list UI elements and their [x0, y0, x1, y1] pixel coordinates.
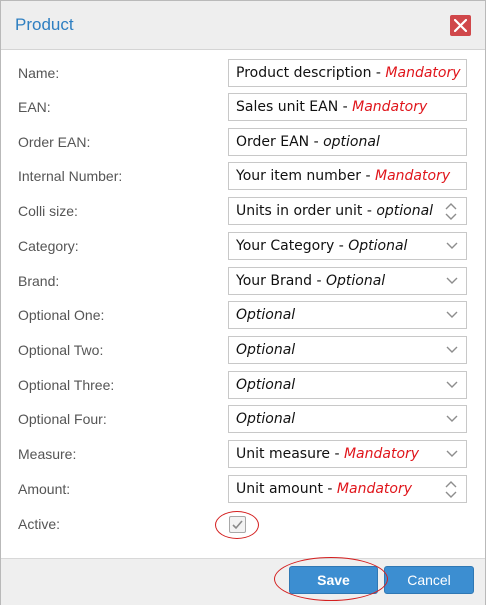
text-input[interactable]: Order EAN - optional [228, 128, 467, 156]
chevron-down-icon[interactable] [446, 450, 458, 458]
number-input[interactable]: Unit amount - Mandatory [228, 475, 467, 503]
field-value: Your Brand [236, 273, 313, 289]
close-button[interactable] [450, 15, 471, 36]
field-value: Product description [236, 65, 372, 81]
form-row: Optional One: Optional [1, 301, 485, 331]
optional-hint: Optional [236, 342, 296, 358]
mandatory-hint: Mandatory [375, 168, 451, 184]
optional-hint: Optional [236, 411, 296, 427]
form-row: Optional Four: Optional [1, 405, 485, 435]
form-row: Order EAN: Order EAN - optional [1, 128, 485, 158]
close-icon [454, 19, 467, 32]
text-input[interactable]: Sales unit EAN - Mandatory [228, 93, 467, 121]
field-label: EAN: [18, 99, 51, 115]
field-value: Order EAN [236, 134, 310, 150]
spinner-icon[interactable] [445, 202, 457, 221]
field-separator: - [322, 481, 337, 497]
form-row: EAN: Sales unit EAN - Mandatory [1, 93, 485, 123]
field-separator: - [371, 65, 386, 81]
number-input[interactable]: Units in order unit - optional [228, 197, 467, 225]
field-label: Name: [18, 65, 60, 81]
field-label: Amount: [18, 481, 71, 497]
field-label: Brand: [18, 273, 60, 289]
field-value: Your item number [236, 168, 362, 184]
dropdown[interactable]: Unit measure - Mandatory [228, 440, 467, 468]
field-label: Optional One: [18, 307, 105, 323]
spinner-icon[interactable] [445, 480, 457, 499]
field-separator: - [309, 134, 324, 150]
mandatory-hint: Mandatory [336, 481, 413, 497]
optional-hint: optional [323, 134, 380, 150]
dropdown[interactable]: Your Category - Optional [228, 232, 467, 260]
optional-hint: Optional [348, 238, 408, 254]
field-separator: - [361, 168, 376, 184]
field-value: Units in order unit [236, 203, 363, 219]
chevron-down-icon[interactable] [446, 311, 458, 319]
text-input[interactable]: Product description - Mandatory [228, 59, 467, 87]
optional-hint: Optional [326, 273, 386, 289]
field-label: Colli size: [18, 203, 78, 219]
mandatory-hint: Mandatory [343, 446, 420, 462]
form-row: Amount: Unit amount - Mandatory [1, 475, 485, 505]
product-dialog: Product Name: Product description - Manda… [0, 0, 486, 605]
form-row: Measure: Unit measure - Mandatory [1, 440, 485, 470]
field-label: Order EAN: [18, 134, 91, 150]
optional-hint: Optional [236, 307, 296, 323]
cancel-button[interactable]: Cancel [384, 566, 474, 594]
field-separator: - [338, 99, 353, 115]
form-row: Name: Product description - Mandatory [1, 59, 485, 89]
field-label: Optional Two: [18, 342, 104, 358]
field-separator: - [334, 238, 349, 254]
field-label: Measure: [18, 446, 77, 462]
dialog-title: Product [15, 15, 74, 34]
form-row: Optional Two: Optional [1, 336, 485, 366]
form-row: Optional Three: Optional [1, 371, 485, 401]
field-value: Unit measure [236, 446, 331, 462]
chevron-down-icon[interactable] [446, 415, 458, 423]
chevron-down-icon[interactable] [446, 381, 458, 389]
chevron-down-icon[interactable] [446, 277, 458, 285]
field-label: Category: [18, 238, 79, 254]
form-row: Colli size: Units in order unit - optiona… [1, 197, 485, 227]
save-annotation-circle [274, 557, 388, 601]
field-label: Optional Four: [18, 411, 107, 427]
field-separator: - [362, 203, 377, 219]
dropdown[interactable]: Optional [228, 371, 467, 399]
field-label: Internal Number: [18, 168, 123, 184]
chevron-down-icon[interactable] [446, 346, 458, 354]
form-row: Internal Number: Your item number - Manda… [1, 162, 485, 192]
form-row: Brand: Your Brand - Optional [1, 267, 485, 297]
active-label: Active: [18, 516, 61, 532]
dropdown[interactable]: Optional [228, 301, 467, 329]
dialog-header: Product [1, 1, 485, 50]
dropdown[interactable]: Your Brand - Optional [228, 267, 467, 295]
optional-hint: Optional [236, 377, 296, 393]
optional-hint: optional [376, 203, 434, 219]
text-input[interactable]: Your item number - Mandatory [228, 162, 467, 190]
field-separator: - [330, 446, 344, 462]
dropdown[interactable]: Optional [228, 336, 467, 364]
field-value: Sales unit EAN [236, 99, 339, 115]
field-value: Your Category [236, 238, 335, 254]
form-row: Category: Your Category - Optional [1, 232, 485, 262]
chevron-down-icon[interactable] [446, 242, 458, 250]
dropdown[interactable]: Optional [228, 405, 467, 433]
field-value: Unit amount [236, 481, 323, 497]
field-label: Optional Three: [18, 377, 115, 393]
field-separator: - [312, 273, 326, 289]
active-annotation-circle [215, 511, 259, 539]
mandatory-hint: Mandatory [385, 65, 461, 81]
mandatory-hint: Mandatory [352, 99, 428, 115]
